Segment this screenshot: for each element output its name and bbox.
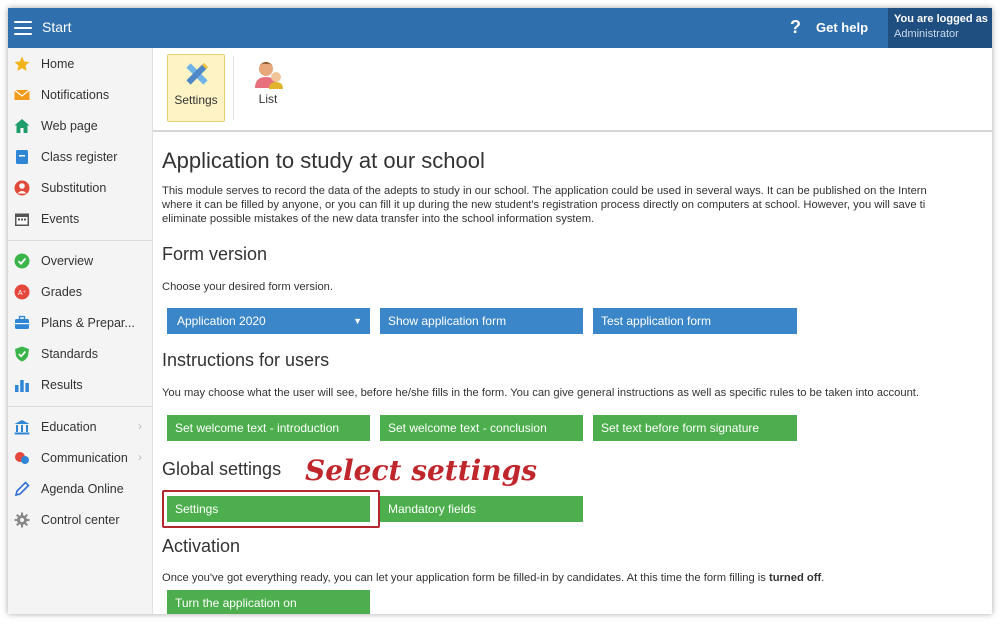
sidebar-item-label: Communication — [41, 451, 128, 465]
turn-application-on-button[interactable]: Turn the application on — [167, 590, 370, 614]
chevron-right-icon: › — [138, 419, 142, 433]
main-content: Application to study at our school This … — [153, 132, 992, 614]
menu-icon[interactable] — [14, 17, 32, 39]
question-icon: ? — [790, 17, 801, 37]
toolbar-list-label: List — [258, 92, 278, 106]
page-title: Application to study at our school — [162, 148, 485, 173]
sidebar-item-home[interactable]: Home — [8, 50, 152, 80]
sidebar-item-events[interactable]: Events — [8, 205, 152, 235]
login-caption: You are logged as — [894, 13, 988, 25]
sidebar-item-education[interactable]: Education › — [8, 413, 152, 443]
sidebar-item-agenda-online[interactable]: Agenda Online — [8, 475, 152, 505]
welcome-conclusion-button[interactable]: Set welcome text - conclusion — [380, 415, 583, 441]
sidebar-item-results[interactable]: Results — [8, 371, 152, 401]
sidebar-item-label: Results — [41, 378, 83, 392]
toolbar-list-button[interactable]: List — [239, 54, 297, 122]
help-label: Get help — [816, 20, 869, 35]
settings-button[interactable]: Settings — [167, 496, 370, 522]
briefcase-icon — [15, 315, 29, 329]
activation-heading: Activation — [162, 536, 241, 556]
app-window: Start ? Get help You are logged as Admin… — [8, 8, 992, 614]
person-icon — [14, 180, 30, 196]
sidebar-item-label: Agenda Online — [41, 482, 124, 496]
sidebar-item-label: Plans & Prepar... — [41, 316, 135, 330]
sidebar-item-plans[interactable]: Plans & Prepar... — [8, 309, 152, 339]
sidebar: Home Notifications Web page Class regist… — [8, 48, 153, 614]
sidebar-item-label: Class register — [41, 150, 118, 164]
instructions-description: You may choose what the user will see, b… — [162, 387, 920, 399]
house-icon — [14, 119, 30, 133]
school-icon — [14, 420, 30, 435]
bar-chart-icon — [15, 380, 29, 392]
book-icon — [16, 150, 28, 164]
sidebar-item-web-page[interactable]: Web page — [8, 112, 152, 142]
signature-text-button[interactable]: Set text before form signature — [593, 415, 797, 441]
login-username: Administrator — [894, 28, 959, 40]
grade-icon: A⁺ — [14, 284, 30, 300]
activation-description: Once you've got everything ready, you ca… — [162, 571, 992, 585]
calendar-icon — [15, 213, 29, 226]
toolbar-divider — [233, 56, 234, 120]
gear-icon — [14, 512, 30, 528]
form-version-heading: Form version — [162, 244, 268, 264]
form-version-select-value: Application 2020 — [177, 314, 266, 328]
test-application-form-button[interactable]: Test application form — [593, 308, 797, 334]
pen-icon — [14, 481, 30, 497]
sidebar-item-overview[interactable]: Overview — [8, 247, 152, 277]
sidebar-item-label: Control center — [41, 513, 120, 527]
sidebar-item-control-center[interactable]: Control center — [8, 506, 152, 536]
chevron-right-icon: › — [138, 450, 142, 464]
activation-text: Once you've got everything ready, you ca… — [162, 572, 769, 584]
form-version-select[interactable]: Application 2020 ▼ — [167, 308, 370, 334]
sidebar-item-label: Standards — [41, 347, 98, 361]
shield-check-icon — [15, 346, 29, 362]
sidebar-item-label: Grades — [41, 285, 82, 299]
user-menu[interactable]: You are logged as Administrator — [888, 8, 992, 48]
mandatory-fields-button[interactable]: Mandatory fields — [380, 496, 583, 522]
sidebar-item-substitution[interactable]: Substitution — [8, 174, 152, 204]
toolbar-settings-label: Settings — [174, 93, 218, 107]
sidebar-item-notifications[interactable]: Notifications — [8, 81, 152, 111]
annotation-text: Select settings — [305, 454, 537, 487]
top-bar: Start ? Get help You are logged as Admin… — [8, 8, 992, 48]
form-version-description: Choose your desired form version. — [162, 281, 333, 293]
svg-text:A⁺: A⁺ — [18, 290, 27, 297]
sidebar-item-label: Web page — [41, 119, 98, 133]
app-title: Start — [42, 19, 72, 35]
sidebar-item-label: Substitution — [41, 181, 107, 195]
sidebar-divider — [8, 406, 152, 407]
sidebar-item-communication[interactable]: Communication › — [8, 444, 152, 474]
check-circle-icon — [14, 253, 30, 269]
envelope-icon — [14, 89, 30, 100]
global-settings-heading: Global settings — [162, 459, 282, 479]
module-toolbar: Settings List — [153, 48, 992, 132]
users-icon — [255, 62, 283, 89]
activation-period: . — [821, 572, 825, 584]
sidebar-item-label: Overview — [41, 254, 94, 268]
activation-status: turned off — [768, 572, 822, 584]
intro-line-3: eliminate possible mistakes of the new d… — [162, 213, 595, 225]
star-icon — [14, 56, 30, 71]
sidebar-item-grades[interactable]: A⁺ Grades — [8, 278, 152, 308]
welcome-intro-button[interactable]: Set welcome text - introduction — [167, 415, 370, 441]
sidebar-divider — [8, 240, 152, 241]
instructions-heading: Instructions for users — [162, 350, 330, 370]
sidebar-item-label: Events — [41, 212, 80, 226]
ruler-pencil-icon — [186, 63, 208, 85]
sidebar-item-label: Home — [41, 57, 75, 71]
sidebar-item-class-register[interactable]: Class register — [8, 143, 152, 173]
intro-line-1: This module serves to record the data of… — [162, 185, 927, 197]
toolbar-settings-button[interactable]: Settings — [167, 54, 225, 122]
intro-line-2: where it can be filled by anyone, or you… — [162, 199, 926, 211]
sidebar-item-label: Education — [41, 420, 97, 434]
sidebar-item-standards[interactable]: Standards — [8, 340, 152, 370]
chat-icon — [15, 452, 29, 464]
show-application-form-button[interactable]: Show application form — [380, 308, 583, 334]
sidebar-item-label: Notifications — [41, 88, 110, 102]
caret-down-icon: ▼ — [353, 316, 362, 326]
